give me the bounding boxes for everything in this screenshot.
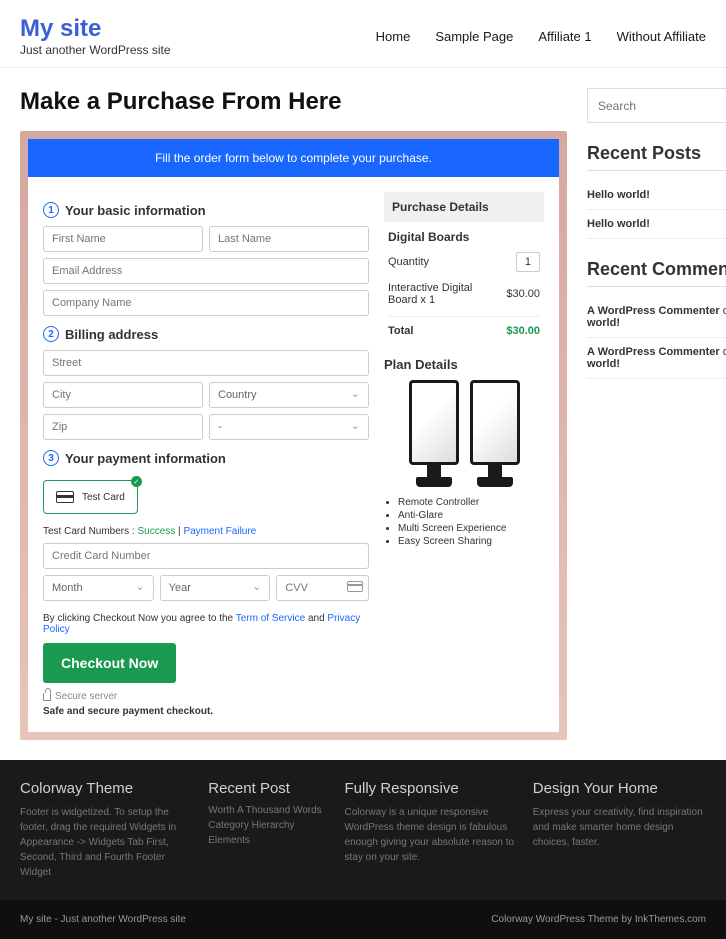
section-billing: 2 Billing address xyxy=(43,326,369,342)
footer: Colorway Theme Footer is widgetized. To … xyxy=(0,760,726,900)
total-label: Total xyxy=(388,325,413,337)
section-1-title: Your basic information xyxy=(65,203,206,218)
footer-post-link[interactable]: Elements xyxy=(208,835,329,846)
recent-comment-item: A WordPress Commenter on Hello world! xyxy=(587,338,726,379)
test-card-badge[interactable]: Test Card xyxy=(43,480,138,514)
footer-site-info: My site - Just another WordPress site xyxy=(20,914,186,925)
nav-without-affiliate[interactable]: Without Affiliate xyxy=(617,29,706,44)
step-2-icon: 2 xyxy=(43,326,59,342)
footer-col3-title: Fully Responsive xyxy=(345,780,518,797)
comment-author-link[interactable]: A WordPress Commenter xyxy=(587,305,720,317)
recent-posts-title: Recent Posts xyxy=(587,143,726,171)
checkout-button[interactable]: Checkout Now xyxy=(43,643,176,683)
quantity-label: Quantity xyxy=(388,256,429,268)
zip-input[interactable] xyxy=(43,414,203,440)
footer-theme-credit[interactable]: Colorway WordPress Theme by InkThemes.co… xyxy=(491,914,706,925)
features-list: Remote Controller Anti-Glare Multi Scree… xyxy=(384,497,544,547)
footer-col1-text: Footer is widgetized. To setup the foote… xyxy=(20,805,193,880)
company-input[interactable] xyxy=(43,290,369,316)
success-link[interactable]: Success xyxy=(137,526,175,537)
feature-item: Remote Controller xyxy=(398,497,544,508)
feature-item: Easy Screen Sharing xyxy=(398,536,544,547)
product-name: Digital Boards xyxy=(388,230,540,244)
tagline: Just another WordPress site xyxy=(20,43,171,57)
line-price: $30.00 xyxy=(506,288,540,300)
search-input[interactable] xyxy=(598,99,726,113)
tos-link[interactable]: Term of Service xyxy=(236,613,305,624)
city-input[interactable] xyxy=(43,382,203,408)
line-item: Interactive Digital Board x 1 xyxy=(388,282,483,306)
state-select[interactable]: - xyxy=(209,414,369,440)
footer-col2-title: Recent Post xyxy=(208,780,329,797)
footer-col4-text: Express your creativity, find inspiratio… xyxy=(533,805,706,850)
first-name-input[interactable] xyxy=(43,226,203,252)
plan-details-title: Plan Details xyxy=(384,357,544,372)
footer-post-link[interactable]: Worth A Thousand Words xyxy=(208,805,329,816)
section-3-title: Your payment information xyxy=(65,451,226,466)
recent-comments-title: Recent Comments xyxy=(587,259,726,287)
nav-home[interactable]: Home xyxy=(376,29,411,44)
step-3-icon: 3 xyxy=(43,450,59,466)
footer-col4-title: Design Your Home xyxy=(533,780,706,797)
total-value: $30.00 xyxy=(506,325,540,337)
last-name-input[interactable] xyxy=(209,226,369,252)
failure-link[interactable]: Payment Failure xyxy=(183,526,256,537)
site-title[interactable]: My site xyxy=(20,15,171,43)
header: My site Just another WordPress site Home… xyxy=(0,0,726,68)
product-image xyxy=(384,380,544,487)
lock-icon xyxy=(43,693,51,701)
street-input[interactable] xyxy=(43,350,369,376)
page-title: Make a Purchase From Here xyxy=(20,88,567,116)
feature-item: Multi Screen Experience xyxy=(398,523,544,534)
email-input[interactable] xyxy=(43,258,369,284)
footer-col3-text: Colorway is a unique responsive WordPres… xyxy=(345,805,518,865)
checkout-form-wrapper: Fill the order form below to complete yo… xyxy=(20,131,567,740)
footer-post-link[interactable]: Category Hierarchy xyxy=(208,820,329,831)
step-1-icon: 1 xyxy=(43,202,59,218)
recent-post-item[interactable]: Hello world! xyxy=(587,181,726,210)
section-basic-info: 1 Your basic information xyxy=(43,202,369,218)
form-banner: Fill the order form below to complete yo… xyxy=(28,139,559,177)
year-select[interactable]: Year xyxy=(160,575,271,601)
feature-item: Anti-Glare xyxy=(398,510,544,521)
section-2-title: Billing address xyxy=(65,327,158,342)
country-select[interactable]: Country xyxy=(209,382,369,408)
nav-affiliate-1[interactable]: Affiliate 1 xyxy=(538,29,591,44)
footer-bar: My site - Just another WordPress site Co… xyxy=(0,900,726,939)
footer-col1-title: Colorway Theme xyxy=(20,780,193,797)
safe-checkout-text: Safe and secure payment checkout. xyxy=(43,706,369,717)
recent-post-item[interactable]: Hello world! xyxy=(587,210,726,239)
card-number-input[interactable] xyxy=(43,543,369,569)
main-nav: Home Sample Page Affiliate 1 Without Aff… xyxy=(376,29,706,44)
purchase-details-header: Purchase Details xyxy=(384,192,544,222)
comment-author-link[interactable]: A WordPress Commenter xyxy=(587,346,720,358)
quantity-input[interactable]: 1 xyxy=(516,252,540,272)
cvv-card-icon xyxy=(347,581,363,592)
credit-card-icon xyxy=(56,491,74,503)
section-payment: 3 Your payment information xyxy=(43,450,369,466)
month-select[interactable]: Month xyxy=(43,575,154,601)
secure-server: Secure server xyxy=(43,691,369,702)
recent-comment-item: A WordPress Commenter on Hello world! xyxy=(587,297,726,338)
nav-sample-page[interactable]: Sample Page xyxy=(435,29,513,44)
search-box: 🔍 xyxy=(587,88,726,123)
test-card-note: Test Card Numbers : Success | Payment Fa… xyxy=(43,526,369,537)
agreement-text: By clicking Checkout Now you agree to th… xyxy=(43,613,369,635)
test-card-label: Test Card xyxy=(82,492,125,503)
